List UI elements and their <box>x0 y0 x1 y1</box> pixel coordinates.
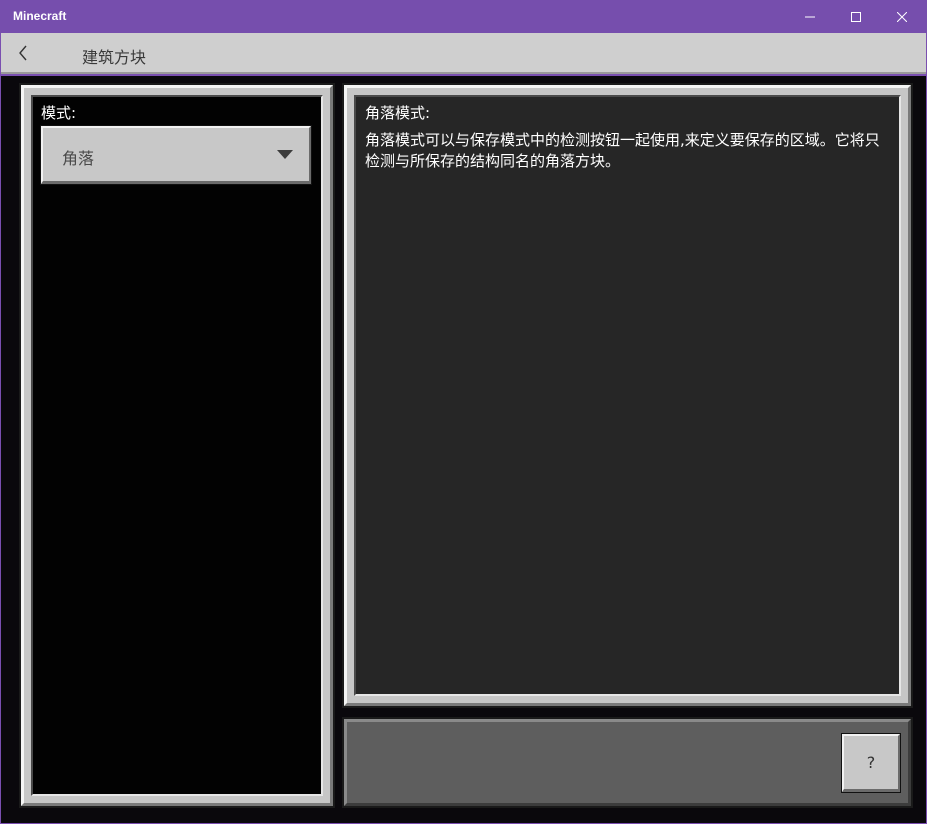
mode-dropdown-value: 角落 <box>62 149 95 168</box>
description-panel: 角落模式: 角落模式可以与保存模式中的检测按钮一起使用,来定义要保存的区域。它将… <box>342 83 913 708</box>
minimize-button[interactable] <box>787 0 833 33</box>
action-bar: ? <box>342 717 913 808</box>
maximize-icon <box>851 11 861 22</box>
window-titlebar: Minecraft <box>0 0 927 33</box>
page-title: 建筑方块 <box>82 48 147 67</box>
mode-dropdown[interactable]: 角落 <box>40 125 312 185</box>
mode-panel: 模式: 角落 <box>19 83 335 808</box>
mode-label: 模式: <box>41 104 77 122</box>
back-button[interactable] <box>7 39 39 67</box>
description-panel-inner: 角落模式: 角落模式可以与保存模式中的检测按钮一起使用,来定义要保存的区域。它将… <box>354 95 901 696</box>
maximize-button[interactable] <box>833 0 879 33</box>
chevron-left-icon <box>19 45 27 61</box>
help-button[interactable]: ? <box>841 733 901 793</box>
main-area: 模式: 角落 角落模式: 角落模式可以与保存模式中的检测按钮一起使用,来定义要保… <box>1 76 926 823</box>
window-title: Minecraft <box>13 9 67 23</box>
description-title: 角落模式: <box>365 104 431 122</box>
mode-panel-inner: 模式: 角落 <box>31 95 323 796</box>
minimize-icon <box>805 16 815 17</box>
close-icon <box>897 11 907 22</box>
triangle-down-icon <box>277 150 293 159</box>
description-text: 角落模式可以与保存模式中的检测按钮一起使用,来定义要保存的区域。它将只检测与所保… <box>365 131 880 170</box>
close-button[interactable] <box>879 0 925 33</box>
app-header: 建筑方块 <box>1 33 926 74</box>
